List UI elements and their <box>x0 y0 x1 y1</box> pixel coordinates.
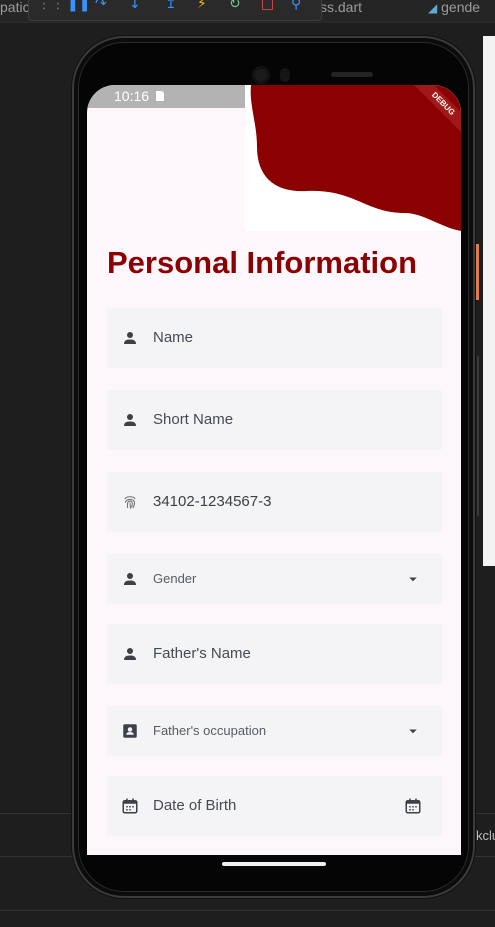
gender-dropdown[interactable]: Gender <box>107 554 442 604</box>
short-name-field[interactable]: Short Name <box>107 390 442 450</box>
stop-icon[interactable]: □ <box>261 0 274 12</box>
person-icon <box>124 414 136 426</box>
step-out-icon[interactable]: ↥ <box>165 0 177 12</box>
proximity-sensor <box>280 68 290 82</box>
drag-handle-icon[interactable]: ⋮⋮ <box>37 0 65 12</box>
restart-icon[interactable]: ↻ <box>229 0 241 12</box>
badge-icon <box>123 724 137 738</box>
cnic-field-value: 34102-1234567-3 <box>153 493 272 510</box>
ide-side-panel <box>483 36 495 566</box>
dart-file-icon: ◢ <box>428 1 438 15</box>
inspect-icon[interactable]: ⚲ <box>291 0 301 12</box>
fingerprint-icon <box>124 496 136 509</box>
person-icon <box>124 332 136 344</box>
person-icon <box>124 573 136 585</box>
gender-dropdown-label: Gender <box>153 571 197 586</box>
date-of-birth-field[interactable]: Date of Birth <box>107 776 442 836</box>
name-field-label: Name <box>153 329 194 346</box>
cnic-field[interactable]: 34102-1234567-3 <box>107 472 442 532</box>
hot-reload-icon[interactable]: ⚡ <box>197 0 207 12</box>
ide-tab-left[interactable]: patic <box>0 0 30 22</box>
step-into-icon[interactable]: ↧ <box>129 0 141 12</box>
header-decoration <box>245 85 461 231</box>
person-icon <box>124 648 136 660</box>
ide-tab-right-label: gende <box>441 0 481 15</box>
name-field[interactable]: Name <box>107 308 442 368</box>
step-over-icon[interactable]: ↷ <box>95 0 107 12</box>
dropdown-arrow-icon[interactable] <box>404 722 422 740</box>
dropdown-arrow-icon[interactable] <box>404 570 422 588</box>
sd-card-icon <box>156 91 164 101</box>
front-camera <box>252 66 270 84</box>
ide-tab-gender[interactable]: ◢ gende <box>428 0 480 22</box>
home-indicator[interactable] <box>222 862 326 866</box>
terminal-text: kclu <box>476 828 495 843</box>
short-name-field-label: Short Name <box>153 411 234 428</box>
father-occupation-dropdown[interactable]: Father's occupation <box>107 706 442 756</box>
calendar-icon <box>122 798 138 814</box>
calendar-icon[interactable] <box>404 797 422 815</box>
father-occupation-dropdown-label: Father's occupation <box>153 723 267 738</box>
father-name-field[interactable]: Father's Name <box>107 624 442 684</box>
pause-icon[interactable]: ❚❚ <box>67 0 90 12</box>
page-title: Personal Information <box>107 245 418 280</box>
scrollbar-track[interactable] <box>477 356 479 516</box>
ide-tab-file[interactable]: ss.dart <box>320 0 362 22</box>
panel-divider <box>0 910 495 911</box>
date-of-birth-field-label: Date of Birth <box>153 797 237 814</box>
earpiece-speaker <box>331 72 373 77</box>
scrollbar-marker <box>476 244 479 300</box>
debug-toolbar: ⋮⋮ ❚❚ ↷ ↧ ↥ ⚡ ↻ □ ⚲ <box>28 0 322 21</box>
father-name-field-label: Father's Name <box>153 645 251 662</box>
status-time: 10:16 <box>114 88 150 104</box>
app-screen: 10:16 DEBUG Personal Information Name Sh… <box>87 85 461 855</box>
